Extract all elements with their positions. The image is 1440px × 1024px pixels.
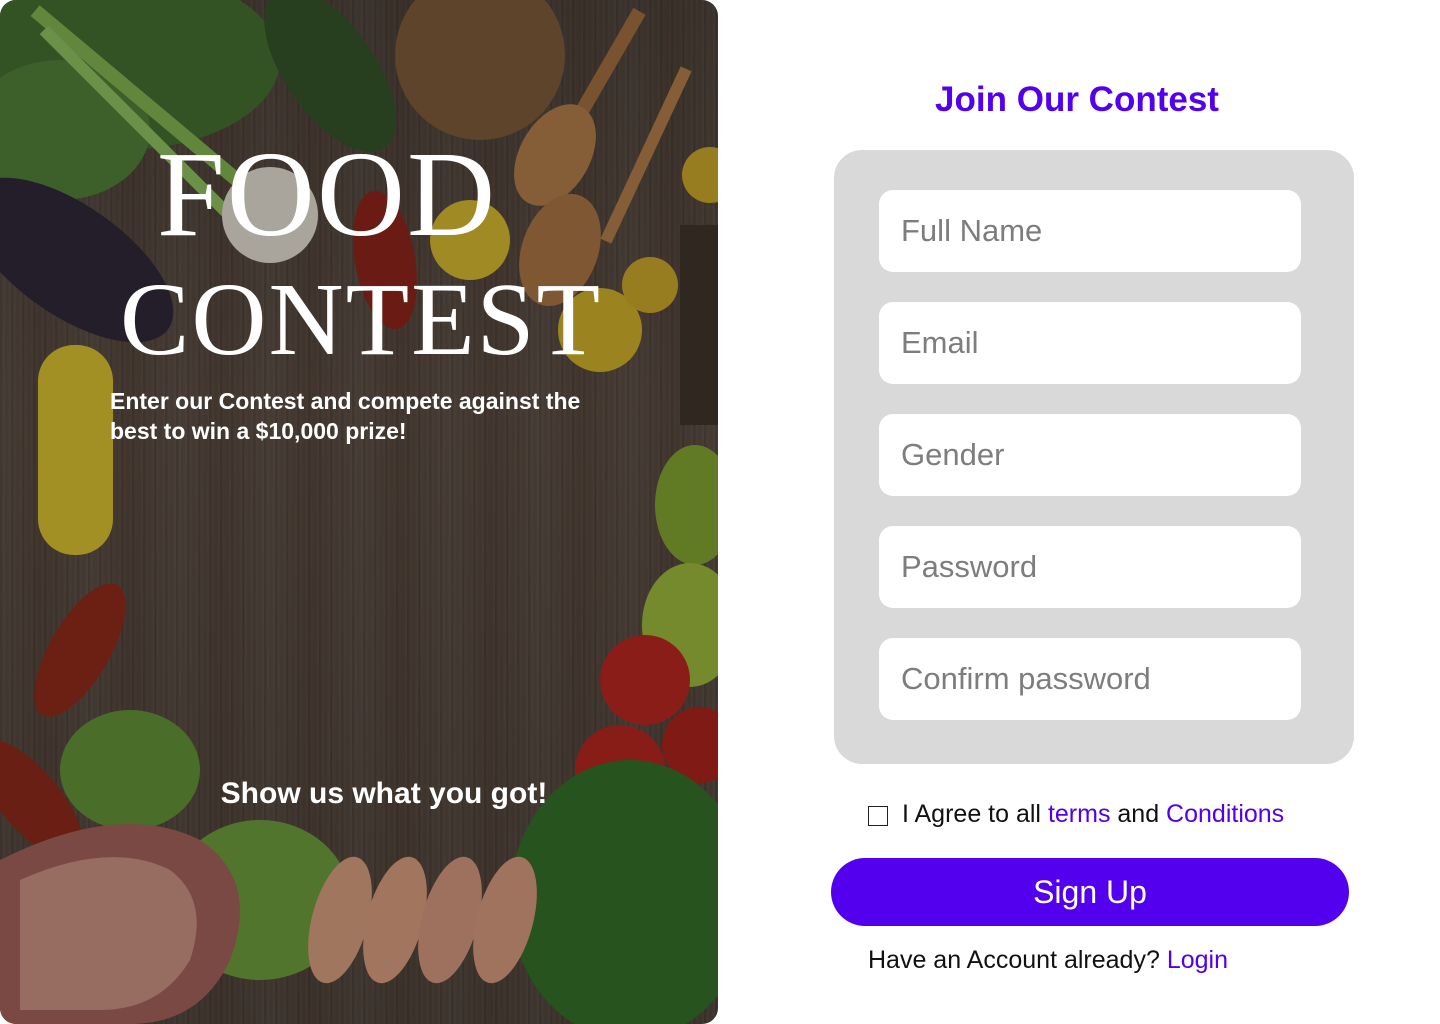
hero-panel: FOOD CONTEST Enter our Contest and compe…: [0, 0, 718, 1024]
conditions-link[interactable]: Conditions: [1166, 800, 1284, 829]
hero-subtitle: Enter our Contest and compete against th…: [110, 388, 581, 444]
email-input[interactable]: [879, 302, 1301, 384]
login-link[interactable]: Login: [1167, 946, 1228, 975]
full-name-input[interactable]: [879, 190, 1301, 272]
terms-link[interactable]: terms: [1048, 800, 1111, 829]
hero-cta-text: Show us what you got!: [220, 777, 548, 810]
hero-title-contest: CONTEST: [120, 262, 602, 377]
have-account-row: Have an Account already? Login: [868, 942, 1228, 978]
gender-input[interactable]: [879, 414, 1301, 496]
signup-form-card: [834, 150, 1354, 764]
terms-agreement: I Agree to all terms and Conditions: [868, 796, 1284, 832]
have-account-text: Have an Account already?: [868, 945, 1167, 974]
agree-checkbox[interactable]: [868, 806, 888, 826]
agree-and-text: and: [1110, 799, 1167, 828]
agree-prefix-text: I Agree to all: [902, 799, 1048, 828]
password-input[interactable]: [879, 526, 1301, 608]
sign-up-button[interactable]: Sign Up: [831, 858, 1349, 926]
confirm-password-input[interactable]: [879, 638, 1301, 720]
hero-title-food: FOOD: [156, 127, 498, 262]
form-title: Join Our Contest: [935, 80, 1219, 119]
